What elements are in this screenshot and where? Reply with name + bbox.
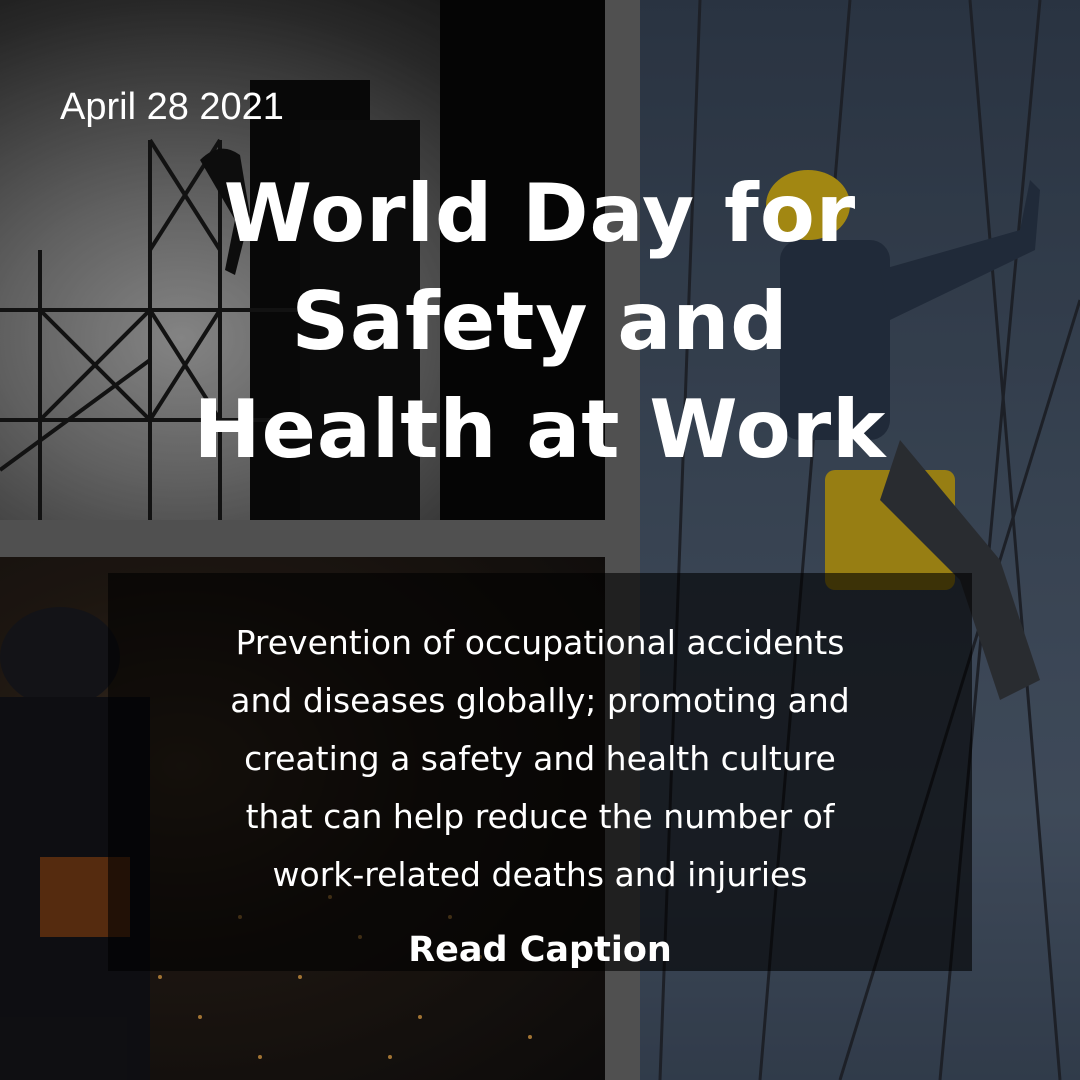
headline-line: World Day for	[223, 167, 857, 260]
headline-line: Health at Work	[193, 383, 887, 476]
caption-line: work-related deaths and injuries	[272, 855, 808, 894]
caption-line: creating a safety and health culture	[244, 739, 836, 778]
caption-body: Prevention of occupational accidents and…	[150, 614, 930, 904]
caption-line: that can help reduce the number of	[245, 797, 835, 836]
headline: World Day for Safety and Health at Work	[120, 160, 960, 484]
event-date: April 28 2021	[60, 86, 284, 128]
read-caption-link[interactable]: Read Caption	[300, 928, 780, 972]
poster: April 28 2021 World Day for Safety and H…	[0, 0, 1080, 1080]
caption-line: and diseases globally; promoting and	[230, 681, 850, 720]
headline-line: Safety and	[291, 275, 789, 368]
caption-line: Prevention of occupational accidents	[235, 623, 845, 662]
